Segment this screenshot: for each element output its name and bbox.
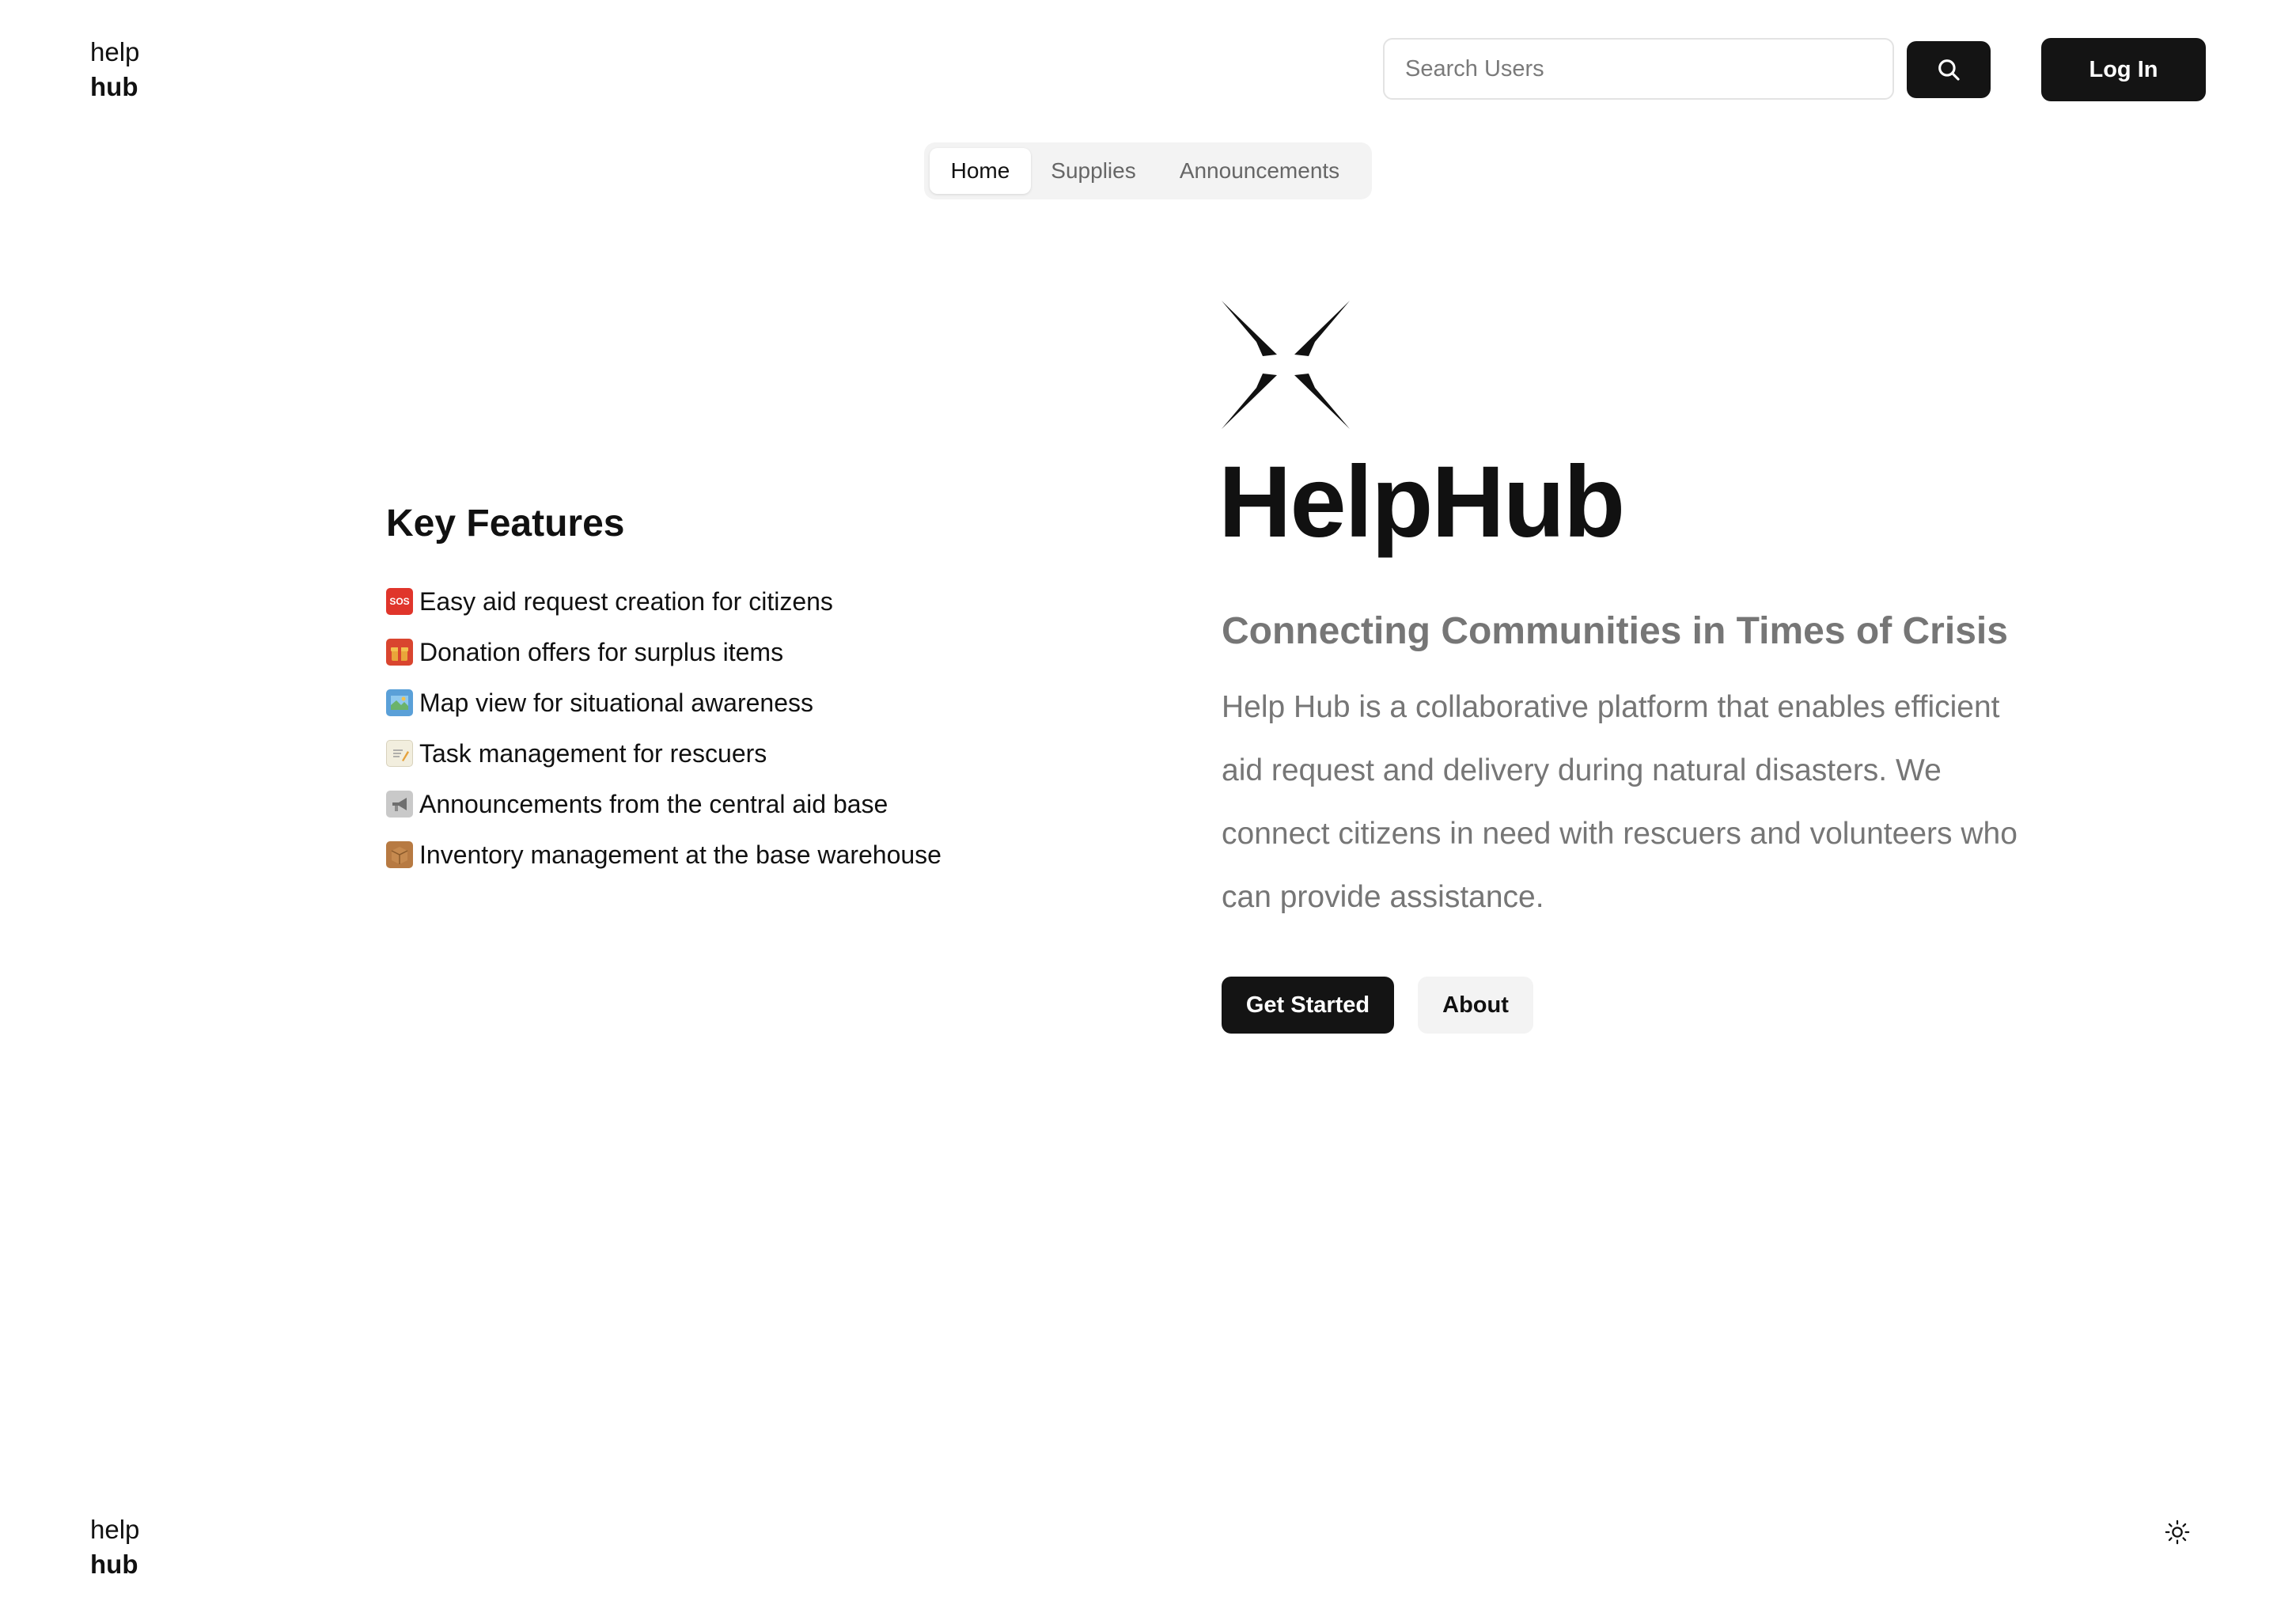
- key-features-heading: Key Features: [386, 503, 625, 544]
- gift-icon: [386, 639, 413, 666]
- brand-logo[interactable]: help hub: [90, 35, 139, 104]
- feature-text: Announcements from the central aid base: [419, 789, 888, 818]
- feature-item: Donation offers for surplus items: [386, 627, 942, 677]
- feature-text: Inventory management at the base warehou…: [419, 840, 942, 869]
- features-list: SOS Easy aid request creation for citize…: [386, 576, 942, 880]
- tab-home[interactable]: Home: [930, 148, 1031, 194]
- feature-item: Task management for rescuers: [386, 728, 942, 779]
- feature-item: Announcements from the central aid base: [386, 779, 942, 829]
- feature-text: Task management for rescuers: [419, 738, 767, 768]
- feature-text: Map view for situational awareness: [419, 688, 814, 717]
- tab-announcements[interactable]: Announcements: [1156, 148, 1363, 194]
- about-button[interactable]: About: [1418, 977, 1533, 1034]
- brand-line-hub: hub: [90, 72, 138, 101]
- package-icon: [386, 841, 413, 868]
- feature-item: SOS Easy aid request creation for citize…: [386, 576, 942, 627]
- brand-line-help: help: [90, 37, 140, 66]
- sos-icon: SOS: [386, 588, 413, 615]
- hero-title: HelpHub: [1218, 446, 1625, 559]
- get-started-button[interactable]: Get Started: [1222, 977, 1394, 1034]
- hero-subtitle: Connecting Communities in Times of Crisi…: [1222, 610, 2008, 652]
- search-users-input[interactable]: [1383, 38, 1894, 100]
- map-icon: [386, 689, 413, 716]
- helphub-logo-icon: [1222, 301, 1350, 429]
- tab-supplies[interactable]: Supplies: [1031, 148, 1156, 194]
- memo-icon: [386, 740, 413, 767]
- brand-line-help: help: [90, 1515, 140, 1544]
- feature-item: Map view for situational awareness: [386, 677, 942, 728]
- main-nav-tabs: Home Supplies Announcements: [924, 142, 1372, 199]
- feature-item: Inventory management at the base warehou…: [386, 829, 942, 880]
- feature-text: Donation offers for surplus items: [419, 637, 784, 666]
- sun-icon: [2164, 1519, 2191, 1546]
- feature-text: Easy aid request creation for citizens: [419, 586, 833, 616]
- brand-line-hub: hub: [90, 1550, 138, 1579]
- footer-brand-logo[interactable]: help hub: [90, 1512, 139, 1582]
- login-button[interactable]: Log In: [2041, 38, 2206, 101]
- theme-toggle-button[interactable]: [2161, 1516, 2193, 1548]
- megaphone-icon: [386, 791, 413, 818]
- search-icon: [1935, 56, 1962, 83]
- search-button[interactable]: [1907, 41, 1991, 98]
- hero-description: Help Hub is a collaborative platform tha…: [1222, 690, 2018, 914]
